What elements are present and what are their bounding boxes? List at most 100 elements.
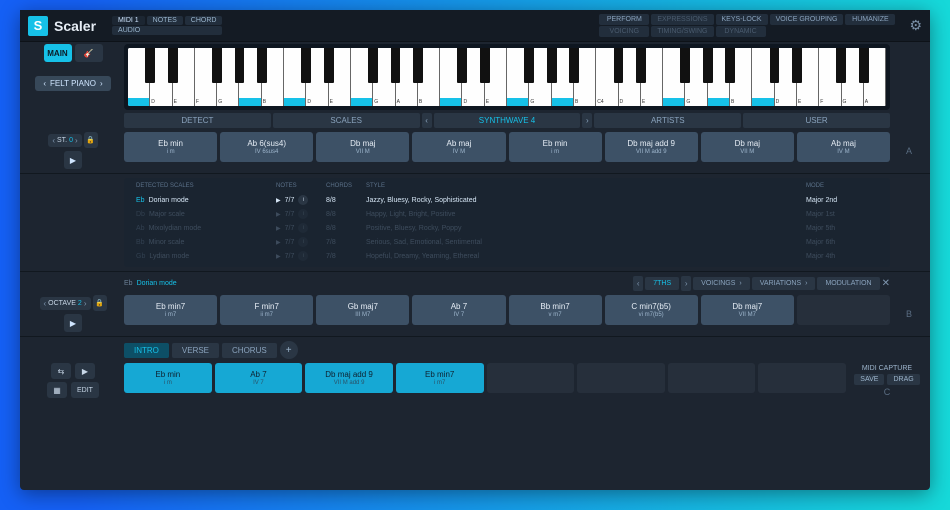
grid-icon[interactable]: ▦ <box>47 382 67 398</box>
close-icon[interactable]: ✕ <box>882 278 890 289</box>
chord-slot[interactable]: Ab 7IV 7 <box>412 295 505 325</box>
info-icon[interactable]: i <box>298 251 308 261</box>
chord-slot[interactable] <box>577 363 665 393</box>
tab-artists[interactable]: ARTISTS <box>594 113 741 128</box>
scale-row[interactable]: DbMajor scale▶ 7/7 i8/8Happy, Light, Bri… <box>132 207 882 221</box>
keyboard[interactable]: C1DEFGABC2DEFGABC3DEFGABC4DEFGABC5DEFGA <box>124 44 890 110</box>
white-key[interactable]: A <box>708 48 730 106</box>
white-key[interactable]: B <box>262 48 284 106</box>
btn-sub-timing[interactable]: TIMING/SWING <box>651 26 713 37</box>
play-button-a[interactable]: ▶ <box>64 151 82 169</box>
btn-perform[interactable]: PERFORM <box>599 14 649 25</box>
scale-row[interactable]: EbDorian mode▶ 7/7 i8/8Jazzy, Bluesy, Ro… <box>132 193 882 207</box>
edit-button[interactable]: EDIT <box>71 382 99 398</box>
chord-slot[interactable]: Eb mini m <box>124 363 212 393</box>
btn-humanize[interactable]: HUMANIZE <box>845 14 895 25</box>
toggle-guitar[interactable]: 🎸 <box>75 44 103 62</box>
white-key[interactable]: F <box>351 48 373 106</box>
chord-slot[interactable] <box>668 363 756 393</box>
white-key[interactable]: A <box>239 48 261 106</box>
btn-variations[interactable]: VARIATIONS› <box>752 277 816 290</box>
chord-slot[interactable]: Eb mini m <box>124 132 217 162</box>
chord-slot[interactable]: Db maj add 9VII M add 9 <box>305 363 393 393</box>
toggle-main[interactable]: MAIN <box>44 44 72 62</box>
white-key[interactable]: F <box>507 48 529 106</box>
btn-expressions[interactable]: EXPRESSIONS <box>651 14 713 25</box>
white-key[interactable]: F <box>195 48 217 106</box>
add-section-button[interactable]: + <box>280 341 298 359</box>
scale-row[interactable]: BbMinor scale▶ 7/7 i7/8Serious, Sad, Emo… <box>132 235 882 249</box>
white-key[interactable]: B <box>730 48 752 106</box>
white-key[interactable]: E <box>173 48 195 106</box>
btn-voicegroup[interactable]: VOICE GROUPING <box>770 14 844 25</box>
tab-chord[interactable]: CHORD <box>185 16 223 25</box>
white-key[interactable]: A <box>864 48 886 106</box>
tab-current-scale[interactable]: SYNTHWAVE 4 <box>434 113 581 128</box>
btn-sub-voicing[interactable]: VOICING <box>599 26 649 37</box>
chord-slot[interactable]: Ab majIV M <box>412 132 505 162</box>
white-key[interactable]: E <box>797 48 819 106</box>
play-icon[interactable]: ▶ <box>276 239 281 246</box>
chord-slot[interactable]: Eb min7i m7 <box>396 363 484 393</box>
white-key[interactable]: F <box>819 48 841 106</box>
play-button-b[interactable]: ▶ <box>64 314 82 332</box>
gear-icon[interactable]: ⚙ <box>909 17 922 34</box>
white-key[interactable]: F <box>663 48 685 106</box>
white-key[interactable]: B <box>418 48 440 106</box>
white-key[interactable]: C3 <box>440 48 462 106</box>
btn-keyslock[interactable]: KEYS-LOCK <box>716 14 768 25</box>
lock-icon[interactable]: 🔒 <box>84 132 98 148</box>
white-key[interactable]: D <box>462 48 484 106</box>
midi-capture-label[interactable]: MIDI CAPTURE <box>862 365 912 372</box>
lock-icon[interactable]: 🔒 <box>93 295 107 311</box>
white-key[interactable]: G <box>217 48 239 106</box>
info-icon[interactable]: i <box>298 237 308 247</box>
tab-midi[interactable]: MIDI 1 <box>112 16 145 25</box>
chord-slot-empty[interactable] <box>797 295 890 325</box>
white-key[interactable]: D <box>150 48 172 106</box>
white-key[interactable]: G <box>842 48 864 106</box>
nav-next[interactable]: › <box>582 113 592 128</box>
white-key[interactable]: G <box>529 48 551 106</box>
scale-row[interactable]: GbLydian mode▶ 7/7 i7/8Hopeful, Dreamy, … <box>132 249 882 263</box>
info-icon[interactable]: i <box>298 195 308 205</box>
chevron-left-icon[interactable]: ‹ <box>52 136 55 145</box>
chevron-left-icon[interactable]: ‹ <box>44 299 47 308</box>
var-next[interactable]: › <box>681 276 691 291</box>
white-key[interactable]: A <box>396 48 418 106</box>
white-key[interactable]: D <box>775 48 797 106</box>
white-key[interactable]: C5 <box>752 48 774 106</box>
white-key[interactable]: A <box>552 48 574 106</box>
white-key[interactable]: B <box>574 48 596 106</box>
white-key[interactable]: E <box>641 48 663 106</box>
play-icon[interactable]: ▶ <box>276 197 281 204</box>
preset-selector[interactable]: ‹ FELT PIANO › <box>35 76 110 91</box>
chord-slot[interactable]: Eb min7i m7 <box>124 295 217 325</box>
play-icon[interactable]: ▶ <box>276 253 281 260</box>
st-stepper[interactable]: ‹ ST. 0 › <box>48 134 81 147</box>
info-icon[interactable]: i <box>298 223 308 233</box>
drag-button[interactable]: DRAG <box>887 374 919 385</box>
white-key[interactable]: C1 <box>128 48 150 106</box>
white-key[interactable]: G <box>685 48 707 106</box>
white-key[interactable]: D <box>306 48 328 106</box>
chord-slot[interactable]: Bb min7v m7 <box>509 295 602 325</box>
scale-row[interactable]: AbMixolydian mode▶ 7/7 i8/8Positive, Blu… <box>132 221 882 235</box>
loop-icon[interactable]: ⇆ <box>51 363 71 379</box>
nav-prev[interactable]: ‹ <box>422 113 432 128</box>
chord-slot[interactable]: Ab majIV M <box>797 132 890 162</box>
chord-slot[interactable]: Ab 6(sus4)IV 6sus4 <box>220 132 313 162</box>
chord-slot[interactable]: C min7(b5)vi m7(b5) <box>605 295 698 325</box>
btn-sevenths[interactable]: 7THS <box>645 277 679 290</box>
section-intro[interactable]: INTRO <box>124 343 169 358</box>
chord-slot[interactable]: Db maj add 9VII M add 9 <box>605 132 698 162</box>
section-chorus[interactable]: CHORUS <box>222 343 277 358</box>
tab-scales[interactable]: SCALES <box>273 113 420 128</box>
save-button[interactable]: SAVE <box>854 374 884 385</box>
chord-slot[interactable]: F min7ii m7 <box>220 295 313 325</box>
section-verse[interactable]: VERSE <box>172 343 219 358</box>
white-key[interactable]: E <box>485 48 507 106</box>
chord-slot[interactable] <box>487 363 575 393</box>
tab-user[interactable]: USER <box>743 113 890 128</box>
play-icon[interactable]: ▶ <box>276 211 281 218</box>
